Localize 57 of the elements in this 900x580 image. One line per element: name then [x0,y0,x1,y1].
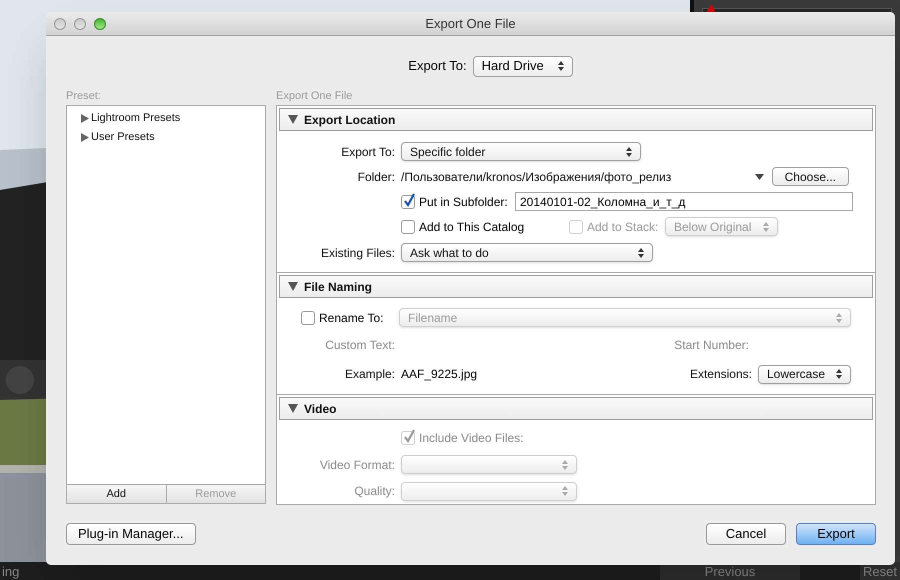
section-header[interactable]: File Naming [279,275,873,298]
column-label: Preset: [66,89,102,104]
export-button[interactable]: Export [796,523,876,545]
preset-folder[interactable]: Lightroom Presets [81,109,180,128]
checkbox[interactable] [401,194,415,208]
column-label: Export One File [276,89,354,104]
close-button[interactable] [54,18,66,30]
field-label: Custom Text: [324,337,395,354]
field-label: Start Number: [673,337,749,354]
zoom-button[interactable] [94,18,106,30]
folder-path: /Пользователи/kronos/Изображения/фото_релиз [401,168,672,186]
checkbox-label: Add to Stack: [587,218,660,236]
dropdown[interactable]: Lowercase [758,364,851,384]
disclosure-triangle-icon [288,404,298,413]
panel-label: ing [2,564,20,578]
checkmark-icon [403,428,416,442]
section-header[interactable]: Export Location [279,108,873,131]
stepper-arrows-icon [836,312,842,322]
field-label: Video Format: [318,456,395,474]
dropdown[interactable]: Specific folder [401,142,641,161]
stepper-arrows-icon [836,369,842,379]
checkbox[interactable] [401,220,415,234]
subfolder-field[interactable]: 20140101-02_Коломна_и_т_д [515,192,853,211]
minimize-button[interactable] [74,18,86,30]
disclosure-triangle-icon [288,115,298,124]
example-filename: AAF_9225.jpg [401,366,478,383]
checkbox-label: Include Video Files: [419,430,524,446]
cancel-button[interactable]: Cancel [706,523,786,545]
window-title: Export One File [425,14,516,33]
checkbox-label: Rename To: [319,310,384,326]
add-button[interactable]: Add [66,485,166,504]
stepper-arrows-icon [562,460,568,470]
field-label: Quality: [353,483,395,500]
dropdown[interactable]: Ask what to do [401,243,653,262]
stepper-arrows-icon [626,146,632,156]
field-label: Example: [344,366,395,383]
stepper-arrows-icon [558,61,564,71]
choose-button[interactable]: Choose... [772,167,849,186]
section-header[interactable]: Video [279,397,873,420]
checkmark-icon [403,192,416,206]
preset-folder[interactable]: User Presets [81,128,155,147]
field-label: Export To: [340,144,395,160]
disclosure-triangle-icon [288,282,298,291]
dropdown[interactable]: Hard Drive [472,56,573,76]
field-label: Folder: [356,168,395,186]
checkbox-label: Put in Subfolder: [419,194,509,210]
dropdown-triangle-icon[interactable] [754,174,764,180]
stepper-arrows-icon [562,486,568,496]
field-label: Extensions: [688,366,752,383]
field-label: Existing Files: [320,244,395,262]
stepper-arrows-icon [638,248,644,258]
disclosure-triangle-icon [81,133,89,142]
checkbox-label: Add to This Catalog [419,218,526,236]
plugin-manager-button[interactable]: Plug-in Manager... [66,523,196,545]
disclosure-triangle-icon [81,114,89,123]
field-label: Export To: [408,57,467,76]
stepper-arrows-icon [763,222,769,232]
